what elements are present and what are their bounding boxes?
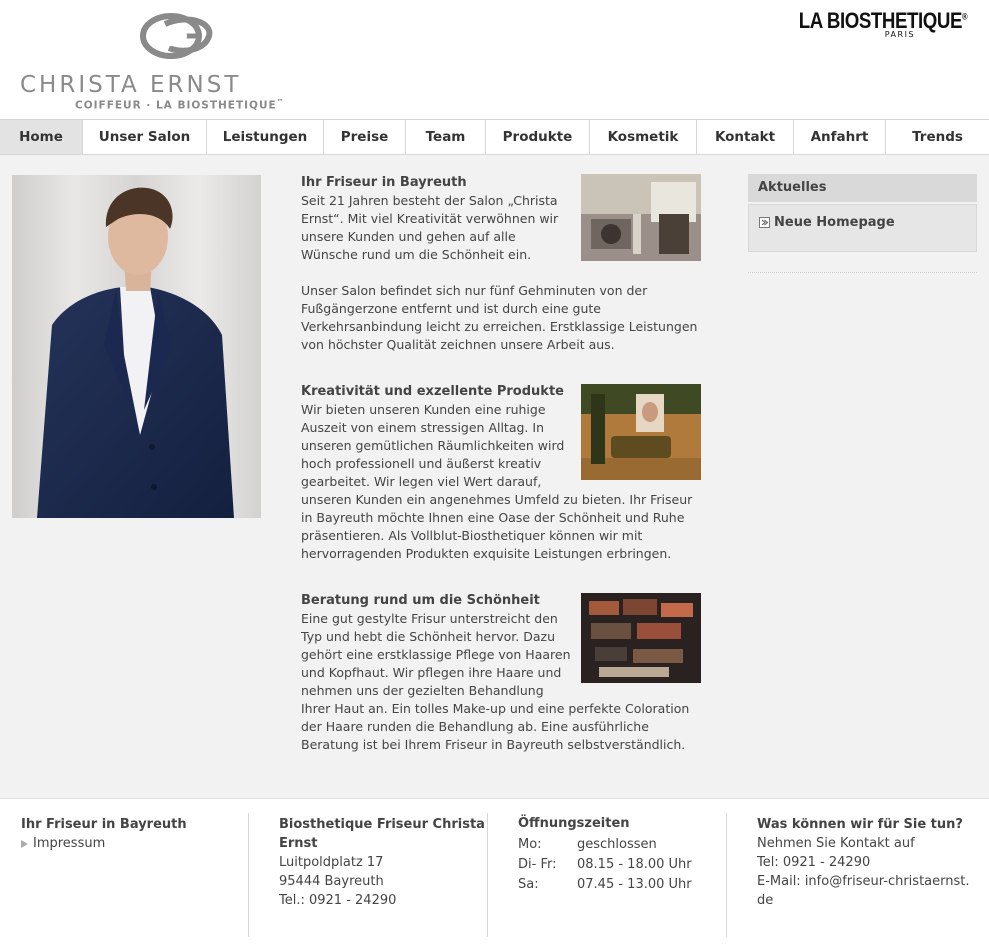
news-link-label: Neue Homepage bbox=[774, 215, 895, 230]
salon-interior-image bbox=[581, 174, 701, 261]
ce-monogram-icon bbox=[140, 13, 213, 59]
nav-kontakt[interactable]: Kontakt bbox=[697, 120, 794, 154]
footer-title: Öffnungszeiten bbox=[518, 816, 630, 831]
sidebar-divider bbox=[748, 272, 977, 273]
section-text: Unser Salon befindet sich nur fünf Gehmi… bbox=[301, 283, 698, 352]
nav-trends[interactable]: Trends bbox=[886, 120, 989, 154]
arrow-right-icon bbox=[759, 217, 770, 228]
site-footer: Ihr Friseur in Bayreuth Impressum Biosth… bbox=[0, 798, 989, 945]
model-illustration bbox=[12, 175, 261, 518]
contact-phone[interactable]: Tel: 0921 - 24290 bbox=[757, 853, 972, 872]
section-friseur: Ihr Friseur in Bayreuth Seit 21 Jahren b… bbox=[301, 174, 701, 354]
la-biosthetique-logo[interactable]: LA BIOSTHETIQUE® PARIS bbox=[769, 8, 967, 39]
nav-preise[interactable]: Preise bbox=[324, 120, 406, 154]
footer-title: Ihr Friseur in Bayreuth bbox=[21, 817, 187, 832]
contact-line: Nehmen Sie Kontakt auf bbox=[757, 836, 915, 851]
nav-anfahrt[interactable]: Anfahrt bbox=[794, 120, 886, 154]
news-box: Neue Homepage bbox=[748, 204, 977, 252]
nav-produkte[interactable]: Produkte bbox=[486, 120, 590, 154]
news-link[interactable]: Neue Homepage bbox=[759, 215, 966, 230]
nav-team[interactable]: Team bbox=[406, 120, 486, 154]
footer-col-address: Biosthetique Friseur Christa Ernst Luitp… bbox=[279, 815, 489, 910]
section-kreativitaet: Kreativität und exzellente Produkte Wir … bbox=[301, 383, 701, 563]
news-sidebar: Aktuelles Neue Homepage bbox=[748, 174, 977, 273]
products-display-image bbox=[581, 593, 701, 683]
footer-col-hours: Öffnungszeiten Mo: geschlossen Di- Fr: 08.… bbox=[518, 814, 718, 895]
section-beratung: Beratung rund um die Schönheit Eine gut … bbox=[301, 592, 701, 754]
salon-logo[interactable]: CHRISTA ERNST COIFFEUR · LA BIOSTHETIQUE… bbox=[20, 10, 340, 115]
footer-title: Biosthetique Friseur Christa Ernst bbox=[279, 817, 485, 851]
footer-divider bbox=[726, 813, 727, 937]
hours-row: Mo: geschlossen bbox=[518, 837, 657, 852]
nav-home[interactable]: Home bbox=[0, 120, 83, 154]
sidebar-title: Aktuelles bbox=[748, 174, 977, 202]
salon-name: CHRISTA ERNST bbox=[20, 72, 242, 98]
nav-kosmetik[interactable]: Kosmetik bbox=[590, 120, 697, 154]
main-content-area: Ihr Friseur in Bayreuth Seit 21 Jahren b… bbox=[0, 155, 989, 798]
footer-col-contact: Was können wir für Sie tun? Nehmen Sie K… bbox=[757, 815, 972, 910]
address-city: 95444 Bayreuth bbox=[279, 874, 384, 889]
address-phone[interactable]: Tel.: 0921 - 24290 bbox=[279, 891, 489, 910]
contact-email[interactable]: E-Mail: info@friseur-christaernst.de bbox=[757, 872, 972, 910]
hours-row: Di- Fr: 08.15 - 18.00 Uhr bbox=[518, 857, 692, 872]
footer-divider bbox=[248, 813, 249, 937]
nav-unser-salon[interactable]: Unser Salon bbox=[83, 120, 207, 154]
address-street: Luitpoldplatz 17 bbox=[279, 855, 384, 870]
footer-title: Was können wir für Sie tun? bbox=[757, 817, 963, 832]
main-navigation: Home Unser Salon Leistungen Preise Team … bbox=[0, 119, 989, 155]
brand-name: LA BIOSTHETIQUE® bbox=[798, 8, 967, 33]
hero-model-image bbox=[12, 175, 261, 518]
salon-lounge-image bbox=[581, 384, 701, 480]
hours-row: Sa: 07.45 - 13.00 Uhr bbox=[518, 877, 692, 892]
article-content: Ihr Friseur in Bayreuth Seit 21 Jahren b… bbox=[301, 174, 701, 754]
salon-subtitle: COIFFEUR · LA BIOSTHETIQUE™ bbox=[75, 98, 285, 112]
triangle-right-icon bbox=[21, 839, 28, 848]
impressum-link[interactable]: Impressum bbox=[21, 834, 231, 853]
site-header: CHRISTA ERNST COIFFEUR · LA BIOSTHETIQUE… bbox=[0, 0, 989, 119]
nav-leistungen[interactable]: Leistungen bbox=[207, 120, 324, 154]
footer-divider bbox=[487, 813, 488, 937]
footer-col-info: Ihr Friseur in Bayreuth Impressum bbox=[21, 815, 231, 853]
